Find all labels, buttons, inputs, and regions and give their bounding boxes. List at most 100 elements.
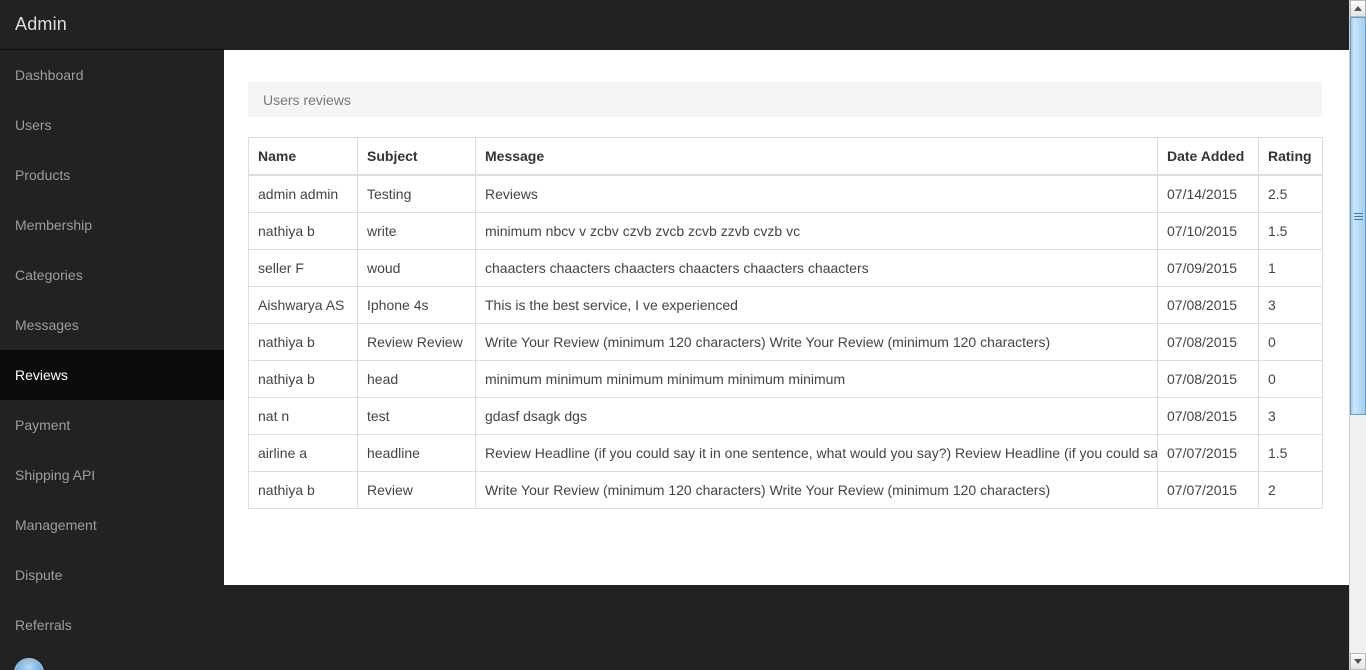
- page-gutter-top: [1333, 0, 1349, 50]
- cell-name: airline a: [248, 433, 358, 472]
- sidebar-item-messages[interactable]: Messages: [0, 300, 224, 350]
- table-row[interactable]: Aishwarya AS Iphone 4s This is the best se…: [248, 285, 1323, 324]
- cell-name: Aishwarya AS: [248, 285, 358, 324]
- sidebar-item-users[interactable]: Users: [0, 100, 224, 150]
- sidebar-item-reviews[interactable]: Reviews: [0, 350, 224, 400]
- cell-date-added: 07/09/2015: [1157, 248, 1259, 287]
- sidebar-item-referrals[interactable]: Referrals: [0, 600, 224, 650]
- column-header-rating: Rating: [1258, 137, 1323, 176]
- sidebar-item-label: Products: [15, 167, 71, 183]
- cell-date-added: 07/14/2015: [1157, 174, 1259, 213]
- cell-message: Review Headline (if you could say it in …: [475, 433, 1158, 472]
- scroll-up-button[interactable]: [1350, 0, 1366, 17]
- cell-message: minimum minimum minimum minimum minimum …: [475, 359, 1158, 398]
- cell-rating: 3: [1258, 285, 1323, 324]
- scrollbar-grip-icon: [1353, 212, 1363, 220]
- reviews-table-head: Name Subject Message Date Added Rating: [248, 137, 1323, 176]
- cell-rating: 3: [1258, 396, 1323, 435]
- sidebar-nav-list: Dashboard Users Products Membership Categori…: [0, 50, 224, 650]
- cell-rating: 1.5: [1258, 433, 1323, 472]
- vertical-scrollbar[interactable]: [1349, 0, 1366, 670]
- sidebar-item-categories[interactable]: Categories: [0, 250, 224, 300]
- sidebar-item-label: Shipping API: [15, 467, 96, 483]
- cell-rating: 0: [1258, 359, 1323, 398]
- cell-date-added: 07/08/2015: [1157, 322, 1259, 361]
- table-header-row: Name Subject Message Date Added Rating: [248, 137, 1323, 176]
- cell-name: nathiya b: [248, 322, 358, 361]
- cell-message: Reviews: [475, 174, 1158, 213]
- scrollbar-thumb[interactable]: [1350, 17, 1366, 415]
- sidebar-item-label: Users: [15, 117, 52, 133]
- table-row[interactable]: nathiya b Review Write Your Review (minimu…: [248, 470, 1323, 509]
- cell-subject: headline: [357, 433, 476, 472]
- sidebar-item-shipping-api[interactable]: Shipping API: [0, 450, 224, 500]
- sidebar-item-payment[interactable]: Payment: [0, 400, 224, 450]
- cell-rating: 1: [1258, 248, 1323, 287]
- cell-subject: Iphone 4s: [357, 285, 476, 324]
- sidebar-item-label: Payment: [15, 417, 71, 433]
- scroll-down-button[interactable]: [1350, 653, 1366, 670]
- cell-name: nathiya b: [248, 470, 358, 509]
- sidebar-item-products[interactable]: Products: [0, 150, 224, 200]
- cell-date-added: 07/07/2015: [1157, 433, 1259, 472]
- cell-message: minimum nbcv v zcbv czvb zvcb zcvb zzvb …: [475, 211, 1158, 250]
- table-row[interactable]: nathiya b head minimum minimum minimum min…: [248, 359, 1323, 398]
- table-row[interactable]: airline a headline Review Headline (if you…: [248, 433, 1323, 472]
- sidebar-item-label: Dashboard: [15, 67, 84, 83]
- cell-name: nat n: [248, 396, 358, 435]
- page-gutter-bottom: [1333, 585, 1349, 670]
- cell-message: This is the best service, I ve experienc…: [475, 285, 1158, 324]
- brand-title: Admin: [0, 0, 224, 50]
- cell-subject: woud: [357, 248, 476, 287]
- cell-rating: 1.5: [1258, 211, 1323, 250]
- scroll-down-arrow-icon: [1354, 659, 1362, 664]
- cell-date-added: 07/08/2015: [1157, 359, 1259, 398]
- cell-subject: test: [357, 396, 476, 435]
- admin-page: Admin Dashboard Users Products Membership Ca…: [0, 0, 1366, 670]
- main-content: Users reviews Name Subject Message Date Add…: [224, 50, 1350, 585]
- sidebar: Admin Dashboard Users Products Membership Ca…: [0, 0, 224, 670]
- table-row[interactable]: nathiya b write minimum nbcv v zcbv czvb z…: [248, 211, 1323, 250]
- sidebar-item-label: Messages: [15, 317, 79, 333]
- cell-message: Write Your Review (minimum 120 character…: [475, 470, 1158, 509]
- cell-subject: Review: [357, 470, 476, 509]
- column-header-name: Name: [248, 137, 358, 176]
- scroll-up-arrow-icon: [1354, 6, 1362, 11]
- sidebar-item-dashboard[interactable]: Dashboard: [0, 50, 224, 100]
- cell-name: nathiya b: [248, 211, 358, 250]
- cell-date-added: 07/10/2015: [1157, 211, 1259, 250]
- cell-date-added: 07/08/2015: [1157, 285, 1259, 324]
- sidebar-item-label: Membership: [15, 217, 93, 233]
- cell-subject: head: [357, 359, 476, 398]
- cell-rating: 2.5: [1258, 174, 1323, 213]
- column-header-subject: Subject: [357, 137, 476, 176]
- reviews-table-body: admin admin Testing Reviews 07/14/2015 2.5 na…: [248, 174, 1323, 509]
- cell-subject: write: [357, 211, 476, 250]
- sidebar-item-dispute[interactable]: Dispute: [0, 550, 224, 600]
- cell-message: gdasf dsagk dgs: [475, 396, 1158, 435]
- scrollbar-track[interactable]: [1350, 17, 1366, 653]
- table-row[interactable]: nat n test gdasf dsagk dgs 07/08/2015 3: [248, 396, 1323, 435]
- cell-rating: 2: [1258, 470, 1323, 509]
- cell-subject: Testing: [357, 174, 476, 213]
- table-row[interactable]: admin admin Testing Reviews 07/14/2015 2.5: [248, 174, 1323, 213]
- column-header-message: Message: [475, 137, 1158, 176]
- cell-subject: Review Review: [357, 322, 476, 361]
- panel-heading: Users reviews: [248, 82, 1322, 117]
- table-row[interactable]: nathiya b Review Review Write Your Review …: [248, 322, 1323, 361]
- user-avatar-orb[interactable]: [14, 658, 44, 670]
- cell-rating: 0: [1258, 322, 1323, 361]
- cell-name: seller F: [248, 248, 358, 287]
- sidebar-item-membership[interactable]: Membership: [0, 200, 224, 250]
- table-row[interactable]: seller Fwoud chaacters chaacters chaacter…: [248, 248, 1323, 287]
- reviews-table: Name Subject Message Date Added Rating admin…: [248, 137, 1323, 509]
- cell-name: nathiya b: [248, 359, 358, 398]
- sidebar-item-label: Categories: [15, 267, 83, 283]
- cell-date-added: 07/08/2015: [1157, 396, 1259, 435]
- sidebar-item-management[interactable]: Management: [0, 500, 224, 550]
- sidebar-item-label: Dispute: [15, 567, 63, 583]
- cell-message: Write Your Review (minimum 120 character…: [475, 322, 1158, 361]
- cell-name: admin admin: [248, 174, 358, 213]
- cell-date-added: 07/07/2015: [1157, 470, 1259, 509]
- sidebar-item-label: Referrals: [15, 617, 72, 633]
